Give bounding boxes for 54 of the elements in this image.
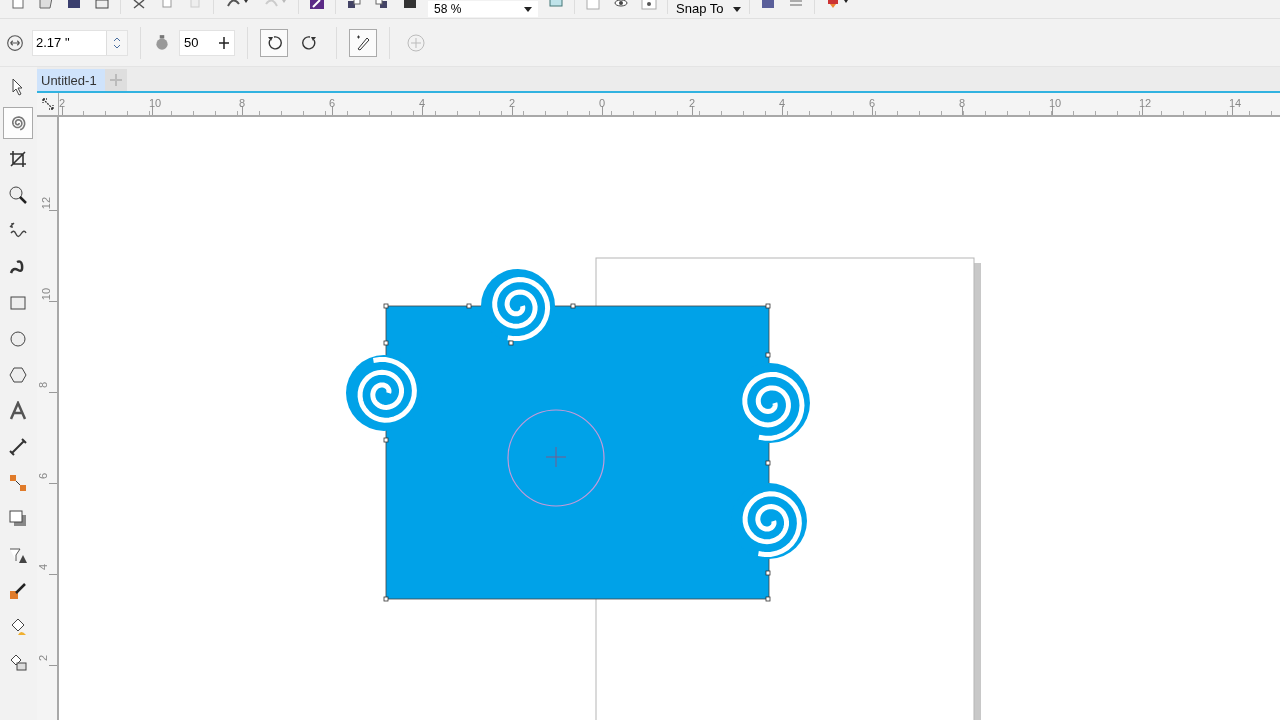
ruler-label: 4 xyxy=(37,563,50,571)
connector-icon xyxy=(8,473,28,493)
smart-fill-icon xyxy=(8,653,28,673)
ruler-label: 14 xyxy=(1229,97,1242,109)
ruler-label: 10 xyxy=(149,97,162,109)
ruler-label: 2 xyxy=(37,654,50,662)
ruler-label: 8 xyxy=(239,97,246,109)
amount-field[interactable]: 50 xyxy=(179,29,235,56)
plus-icon[interactable] xyxy=(218,35,230,50)
eyedropper-icon xyxy=(8,581,28,601)
crop-icon xyxy=(8,149,28,169)
ruler-label: 10 xyxy=(40,287,53,301)
width-arrows-icon xyxy=(6,33,24,52)
shadow-icon xyxy=(8,509,28,529)
hexagon-icon xyxy=(8,365,28,385)
caret-icon xyxy=(524,6,532,12)
ruler-label: 12 xyxy=(1139,97,1152,109)
dimension-line-icon xyxy=(8,437,28,457)
spinner-arrows-icon[interactable] xyxy=(112,35,122,50)
rotate-left-icon xyxy=(266,34,282,51)
zoom-dropdown[interactable]: 58 % xyxy=(428,1,538,17)
ruler-label: 8 xyxy=(37,381,50,389)
size-field[interactable]: 2.17 " xyxy=(32,29,128,56)
stopwatch-icon xyxy=(153,33,171,52)
ruler-label: 6 xyxy=(37,472,50,480)
ruler-label: 4 xyxy=(779,97,786,109)
rotate-right-icon xyxy=(302,34,318,51)
launcher-icon[interactable] xyxy=(307,0,327,10)
ruler-label: 2 xyxy=(509,97,516,109)
ruler-label: 2 xyxy=(689,97,696,109)
ruler-label: 4 xyxy=(419,97,426,109)
spiral-tool-button[interactable] xyxy=(3,107,33,139)
origin-icon[interactable] xyxy=(40,97,55,111)
document-tab[interactable]: Untitled-1 xyxy=(37,69,105,91)
caret-icon xyxy=(733,6,742,12)
ruler-label: 8 xyxy=(959,97,966,109)
snap-dropdown[interactable]: Snap To xyxy=(676,1,742,17)
circle-icon xyxy=(8,329,28,349)
ruler-label: 0 xyxy=(599,97,606,109)
pen-icon xyxy=(354,33,372,52)
rectangle-icon xyxy=(8,293,28,313)
magnifier-icon xyxy=(8,185,28,205)
eye-icon[interactable] xyxy=(639,0,659,10)
letter-icon xyxy=(8,401,28,421)
ruler-label: 6 xyxy=(869,97,876,109)
plus-circle-icon xyxy=(407,33,425,52)
rotate-left-button[interactable] xyxy=(260,28,288,57)
ruler-label: 6 xyxy=(329,97,336,109)
plus-icon xyxy=(109,74,122,86)
ruler-label: 2 xyxy=(59,97,66,109)
ruler-label: 10 xyxy=(1049,97,1062,109)
spiral-shape[interactable] xyxy=(346,269,810,602)
pen-button[interactable] xyxy=(349,28,377,57)
ruler-label: 12 xyxy=(40,196,53,210)
